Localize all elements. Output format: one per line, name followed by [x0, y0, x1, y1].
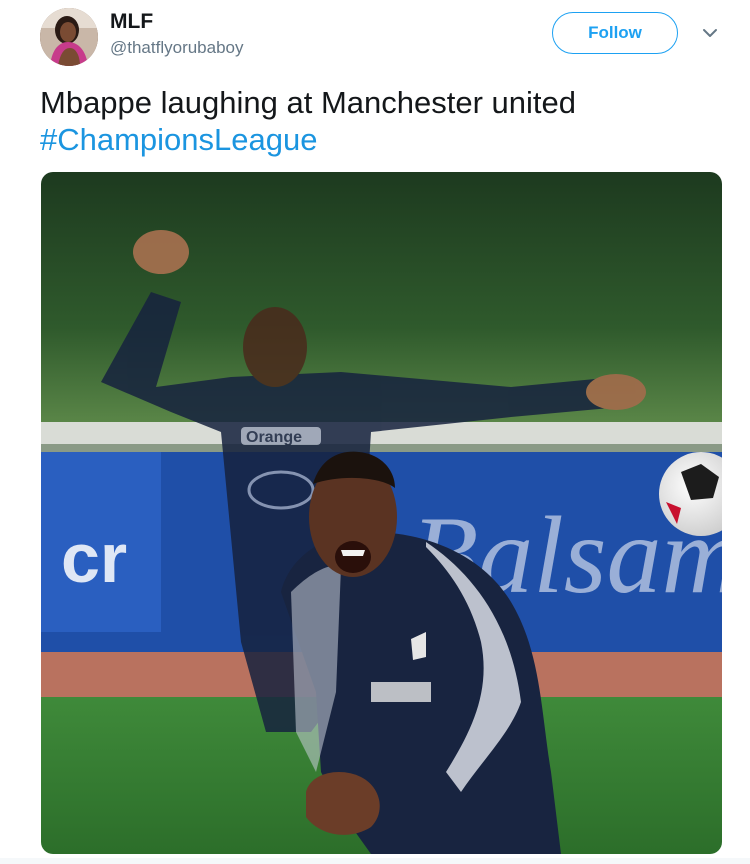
- tweet-text: Mbappe laughing at Manchester united #Ch…: [40, 84, 720, 158]
- follow-button[interactable]: Follow: [552, 12, 678, 54]
- user-handle[interactable]: @thatflyorubaboy: [110, 38, 244, 58]
- divider: [0, 858, 750, 864]
- tweet-photo[interactable]: cr Balsam Orange: [41, 172, 722, 854]
- user-avatar-icon: [40, 8, 98, 66]
- tweet-body: Mbappe laughing at Manchester united: [40, 85, 576, 120]
- display-name[interactable]: MLF: [110, 10, 153, 34]
- shirt-sponsor-text: Orange: [246, 429, 302, 446]
- hashtag-link[interactable]: #ChampionsLeague: [40, 121, 720, 158]
- chevron-down-icon[interactable]: [700, 26, 720, 40]
- football-photo: cr Balsam Orange: [41, 172, 722, 854]
- tweet-card: MLF @thatflyorubaboy Follow Mbappe laugh…: [0, 0, 750, 864]
- svg-text:cr: cr: [61, 519, 127, 597]
- avatar[interactable]: [40, 8, 98, 66]
